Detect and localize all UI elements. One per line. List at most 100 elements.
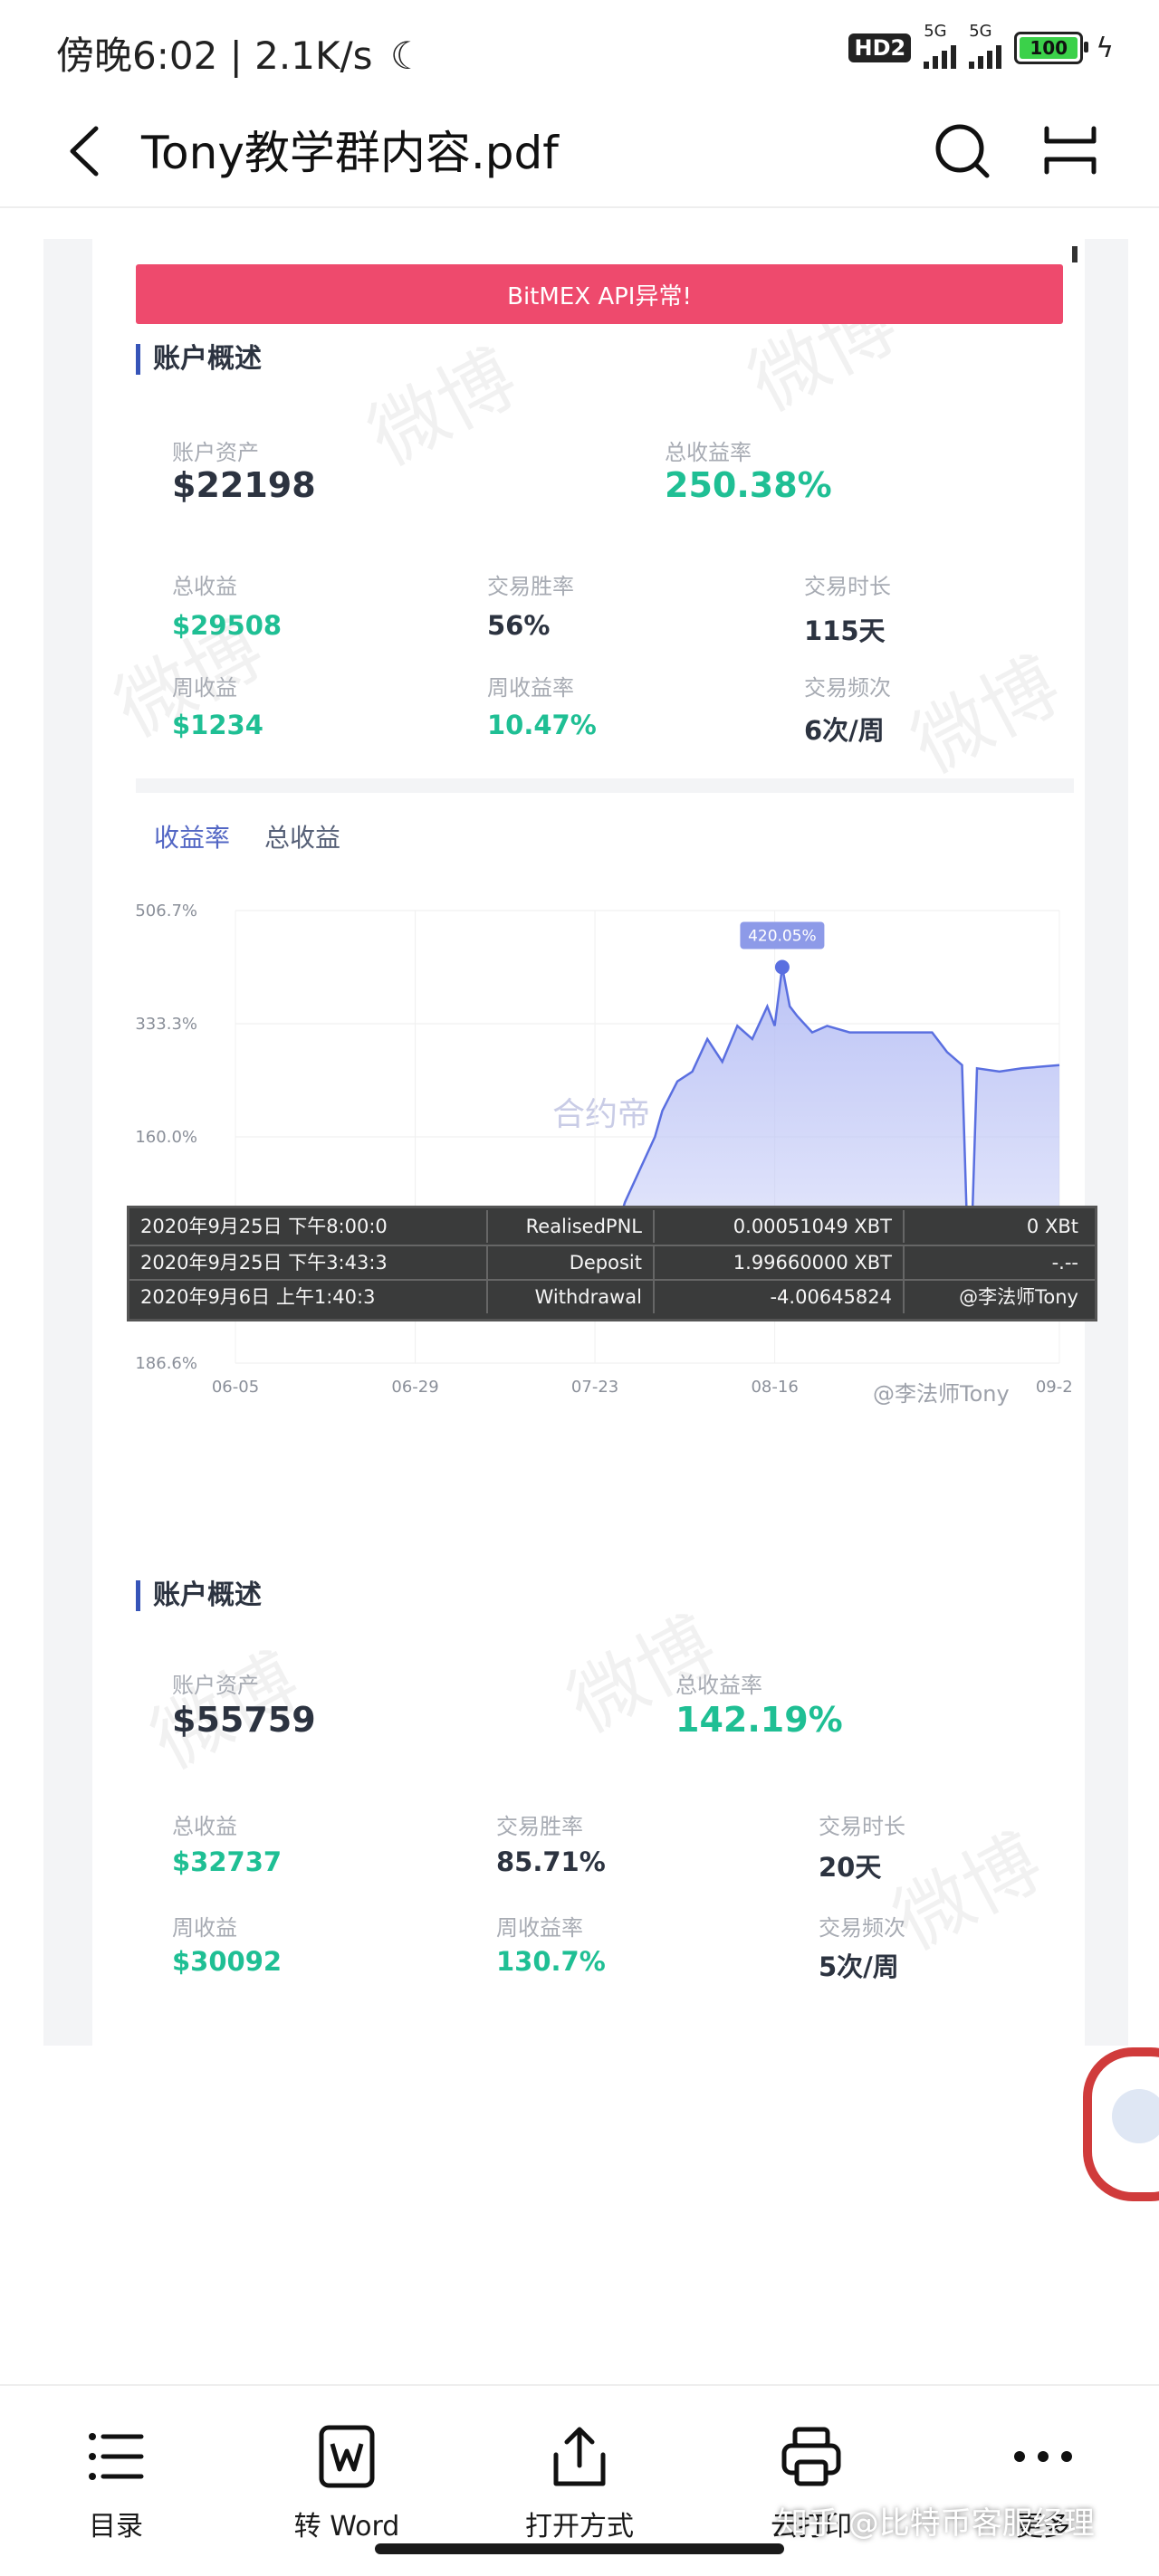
- frequency-label: 交易频次: [804, 675, 891, 701]
- y-tick-label: 333.3%: [136, 1015, 197, 1034]
- total-profit-label: 总收益: [172, 1814, 237, 1839]
- y-tick-label: 506.7%: [136, 902, 197, 921]
- x-tick-label: 08-16: [751, 1378, 798, 1397]
- page-title: Tony教学群内容.pdf: [141, 127, 559, 179]
- convert-word-button[interactable]: 转 Word: [256, 2404, 437, 2543]
- frequency-value: 6次/周: [804, 715, 885, 746]
- assets-value: $22198: [172, 465, 316, 505]
- open-with-label: 打开方式: [525, 2511, 634, 2543]
- charging-icon: ϟ: [1096, 32, 1114, 64]
- table-row: 2020年9月25日 下午3:43:3 Deposit 1.99660000 X…: [129, 1245, 1095, 1279]
- row-type: Deposit: [488, 1246, 655, 1279]
- table-row: 2020年9月6日 上午1:40:3 Withdrawal -4.0064582…: [129, 1279, 1095, 1313]
- battery-percent: 100: [1030, 37, 1068, 59]
- duration-value: 20天: [819, 1852, 882, 1883]
- row-date: 2020年9月6日 上午1:40:3: [129, 1281, 488, 1313]
- signal-icon: 5G: [969, 22, 1002, 69]
- duration-value: 115天: [804, 615, 886, 646]
- status-time-text: 傍晚6:02 | 2.1K/s: [56, 33, 373, 78]
- table-row: 2020年9月25日 下午8:00:0 RealisedPNL 0.000510…: [129, 1210, 1095, 1243]
- printer-icon: [781, 2427, 841, 2486]
- weekly-profit-label: 周收益: [172, 675, 237, 701]
- assets-value: $55759: [172, 1700, 316, 1740]
- back-button[interactable]: [56, 119, 120, 183]
- search-button[interactable]: [933, 121, 991, 179]
- more-button[interactable]: [1041, 121, 1099, 179]
- more-dots-icon: [1014, 2451, 1072, 2462]
- back-arrow-icon: [70, 126, 99, 177]
- weekly-profit-value: $1234: [172, 710, 263, 740]
- row-fee: @李法师Tony: [959, 1286, 1078, 1308]
- profit-chart-card: 收益率 总收益 合约帝 506.7%333.3%160.0%-13.3%-186…: [136, 778, 1074, 1426]
- weekly-profit-value: $30092: [172, 1946, 283, 1977]
- row-amount: -4.00645824: [655, 1281, 905, 1313]
- weekly-rate-label: 周收益率: [496, 1915, 583, 1941]
- home-indicator[interactable]: [375, 2543, 784, 2554]
- weekly-rate-label: 周收益率: [487, 675, 574, 701]
- app-header: Tony教学群内容.pdf: [0, 100, 1159, 208]
- win-rate-label: 交易胜率: [487, 574, 574, 599]
- row-fee: -.--: [1051, 1252, 1078, 1274]
- weekly-rate-value: 10.47%: [487, 710, 597, 740]
- weibo-watermark: 微博: [354, 332, 532, 482]
- y-tick-label: -186.6%: [136, 1354, 197, 1373]
- row-date: 2020年9月25日 下午3:43:3: [129, 1246, 488, 1279]
- account-overview-title: 账户概述: [136, 344, 262, 375]
- row-type: Withdrawal: [488, 1281, 655, 1313]
- battery-icon: 100: [1014, 32, 1089, 64]
- pdf-page[interactable]: 微博 微博 微博 微博 微博 微博 微博 微博 BitMEX API异常! 账户…: [43, 239, 1128, 2046]
- assets-label: 账户资产: [172, 1673, 259, 1698]
- total-profit-value: $29508: [172, 610, 283, 641]
- status-bar: 傍晚6:02 | 2.1K/s ☾ HD2 5G 5G 100 ϟ: [0, 0, 1159, 100]
- weibo-credit: @李法师Tony: [873, 1381, 1010, 1407]
- total-profit-label: 总收益: [172, 574, 237, 599]
- frequency-value: 5次/周: [819, 1951, 899, 1982]
- share-icon: [553, 2427, 606, 2486]
- search-icon: [935, 124, 990, 178]
- zhihu-watermark: 知乎 @比特币客服经理: [777, 2505, 1095, 2542]
- row-amount: 1.99660000 XBT: [655, 1246, 905, 1279]
- win-rate-value: 85.71%: [496, 1846, 606, 1877]
- x-tick-label: 07-23: [571, 1378, 618, 1397]
- y-tick-label: 160.0%: [136, 1128, 197, 1147]
- win-rate-label: 交易胜率: [496, 1814, 583, 1839]
- row-amount: 0.00051049 XBT: [655, 1210, 905, 1243]
- total-rate-label: 总收益率: [675, 1673, 762, 1698]
- total-rate-value: 250.38%: [665, 465, 832, 505]
- convert-word-label: 转 Word: [293, 2511, 400, 2543]
- pdf-page-content: 微博 微博 微博 微博 微博 微博 微博 微博 BitMEX API异常! 账户…: [92, 239, 1085, 2046]
- transaction-table: 2020年9月25日 下午8:00:0 RealisedPNL 0.000510…: [127, 1206, 1097, 1321]
- word-icon: [319, 2425, 375, 2488]
- status-time: 傍晚6:02 | 2.1K/s ☾: [56, 25, 425, 81]
- toc-label: 目录: [89, 2511, 143, 2543]
- duration-label: 交易时长: [819, 1814, 905, 1839]
- more-icon: [1044, 126, 1097, 175]
- total-rate-label: 总收益率: [665, 440, 752, 465]
- weibo-watermark: 微博: [897, 640, 1075, 790]
- page-scroll-mark: [1072, 246, 1078, 262]
- total-profit-value: $32737: [172, 1846, 283, 1877]
- annotation-point: [774, 959, 790, 975]
- row-date: 2020年9月25日 下午8:00:0: [129, 1210, 488, 1243]
- api-error-banner: BitMEX API异常!: [136, 264, 1063, 324]
- status-icons: HD2 5G 5G 100 ϟ: [848, 22, 1114, 69]
- x-tick-label: 09-23: [1036, 1378, 1074, 1397]
- x-tick-label: 06-29: [391, 1378, 438, 1397]
- list-icon: [89, 2433, 144, 2480]
- win-rate-value: 56%: [487, 610, 551, 641]
- signal-icon: 5G: [924, 22, 957, 69]
- row-fee: 0 XBt: [1026, 1216, 1078, 1237]
- total-rate-value: 142.19%: [675, 1700, 843, 1740]
- floating-assistant-avatar[interactable]: [1083, 2047, 1159, 2201]
- assets-label: 账户资产: [172, 440, 259, 465]
- moon-icon: ☾: [389, 33, 425, 78]
- frequency-label: 交易频次: [819, 1915, 905, 1941]
- toc-button[interactable]: 目录: [25, 2404, 206, 2543]
- mascot-icon: [1112, 2089, 1159, 2143]
- row-type: RealisedPNL: [488, 1210, 655, 1243]
- open-with-button[interactable]: 打开方式: [489, 2404, 670, 2543]
- duration-label: 交易时长: [804, 574, 891, 599]
- annotation-label: 420.05%: [748, 927, 817, 945]
- x-tick-label: 06-05: [212, 1378, 259, 1397]
- hd-badge: HD2: [848, 33, 912, 62]
